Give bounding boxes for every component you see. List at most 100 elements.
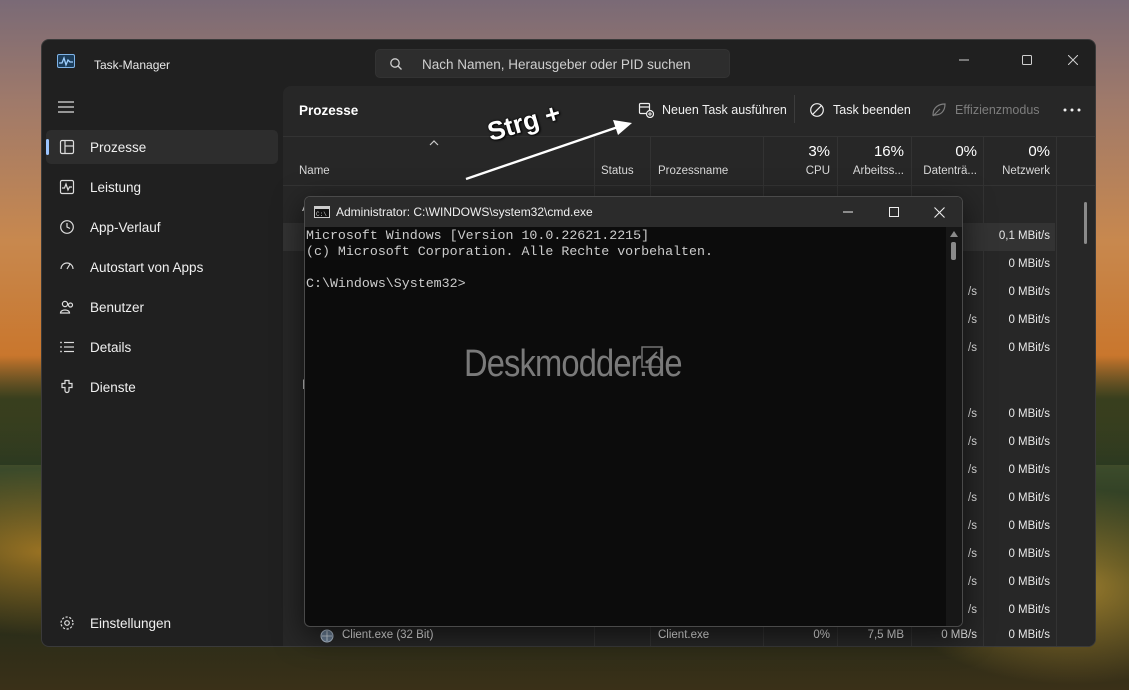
cmd-minimize-button[interactable] bbox=[825, 201, 871, 223]
column-separator bbox=[983, 136, 984, 646]
cmd-title-bar: C:\ Administrator: C:\WINDOWS\system32\c… bbox=[305, 197, 962, 227]
cpu-cell: 0% bbox=[813, 629, 830, 641]
sidebar-item-startup-apps[interactable]: Autostart von Apps bbox=[46, 250, 278, 284]
sidebar-item-services[interactable]: Dienste bbox=[46, 370, 278, 404]
column-header-memory[interactable]: Arbeitss... bbox=[843, 165, 904, 177]
network-value: 0 MBit/s bbox=[1008, 520, 1050, 532]
svg-text:C:\: C:\ bbox=[316, 211, 327, 218]
task-manager-logo-icon bbox=[57, 54, 75, 68]
startup-icon bbox=[60, 262, 74, 270]
sidebar-item-processes[interactable]: Prozesse bbox=[46, 130, 278, 164]
details-icon bbox=[60, 341, 74, 353]
sidebar-item-settings[interactable]: Einstellungen bbox=[46, 606, 278, 640]
page-title: Prozesse bbox=[299, 103, 359, 118]
cmd-window: C:\ Administrator: C:\WINDOWS\system32\c… bbox=[304, 196, 963, 627]
sidebar-item-performance[interactable]: Leistung bbox=[46, 170, 278, 204]
history-icon bbox=[60, 220, 74, 234]
network-value: 0 MBit/s bbox=[1008, 314, 1050, 326]
process-name-cell: Client.exe (32 Bit) bbox=[342, 629, 434, 641]
sidebar-item-details[interactable]: Details bbox=[46, 330, 278, 364]
performance-icon bbox=[59, 179, 75, 195]
watermark-brush-icon bbox=[641, 346, 663, 368]
network-value: 0 MBit/s bbox=[1008, 436, 1050, 448]
sidebar-item-label: Autostart von Apps bbox=[90, 260, 204, 275]
maximize-icon bbox=[889, 207, 899, 217]
column-header-network[interactable]: Netzwerk bbox=[989, 165, 1050, 177]
scrollbar-thumb[interactable] bbox=[1084, 202, 1087, 244]
network-cell: 0 MBit/s bbox=[1008, 629, 1050, 641]
process-exe-cell: Client.exe bbox=[658, 629, 710, 641]
minimize-icon bbox=[843, 211, 853, 213]
network-value: 0 MBit/s bbox=[1008, 464, 1050, 476]
search-placeholder: Nach Namen, Herausgeber oder PID suchen bbox=[422, 57, 691, 72]
network-value: 0 MBit/s bbox=[1008, 576, 1050, 588]
header-divider bbox=[283, 136, 1095, 137]
header-divider bbox=[283, 185, 1095, 186]
column-header-process-name[interactable]: Prozessname bbox=[658, 165, 728, 177]
column-header-disk[interactable]: Datenträ... bbox=[917, 165, 977, 177]
cmd-window-title: Administrator: C:\WINDOWS\system32\cmd.e… bbox=[336, 205, 593, 219]
sidebar-item-label: Leistung bbox=[90, 180, 142, 195]
efficiency-mode-label: Effizienzmodus bbox=[955, 103, 1040, 117]
sort-ascending-icon[interactable] bbox=[429, 140, 439, 146]
hamburger-menu-icon[interactable] bbox=[57, 99, 75, 115]
search-icon bbox=[390, 58, 402, 70]
search-input[interactable]: Nach Namen, Herausgeber oder PID suchen bbox=[375, 49, 730, 78]
network-value: 0 MBit/s bbox=[1008, 492, 1050, 504]
cmd-icon: C:\ bbox=[314, 206, 330, 218]
close-icon bbox=[1067, 54, 1079, 66]
column-separator bbox=[1056, 136, 1057, 646]
efficiency-mode-button[interactable]: Effizienzmodus bbox=[931, 100, 1046, 122]
close-icon bbox=[934, 207, 945, 218]
new-task-icon bbox=[638, 102, 654, 118]
console-prompt: C:\Windows\System32> bbox=[306, 276, 466, 291]
cmd-maximize-button[interactable] bbox=[871, 201, 917, 223]
sidebar-item-label: Details bbox=[90, 340, 132, 355]
column-header-name[interactable]: Name bbox=[299, 165, 330, 177]
processes-icon bbox=[59, 139, 75, 155]
gear-icon bbox=[60, 616, 74, 630]
leaf-icon bbox=[932, 103, 946, 117]
minimize-button[interactable] bbox=[941, 46, 987, 74]
end-task-icon bbox=[810, 103, 824, 117]
disk-cell: 0 MB/s bbox=[941, 629, 977, 641]
window-title: Task-Manager bbox=[94, 58, 171, 72]
sidebar-item-users[interactable]: Benutzer bbox=[46, 290, 278, 324]
sidebar-item-label: Dienste bbox=[90, 380, 136, 395]
network-value: 0 MBit/s bbox=[1008, 342, 1050, 354]
cmd-scrollbar[interactable] bbox=[946, 227, 962, 626]
maximize-icon bbox=[1022, 55, 1032, 65]
network-value: 0 MBit/s bbox=[1008, 286, 1050, 298]
close-button[interactable] bbox=[1050, 46, 1095, 74]
end-task-button[interactable]: Task beenden bbox=[809, 100, 914, 122]
toolbar-separator bbox=[794, 95, 795, 123]
end-task-label: Task beenden bbox=[833, 103, 911, 117]
minimize-icon bbox=[959, 59, 969, 61]
network-value: 0 MBit/s bbox=[1008, 408, 1050, 420]
maximize-button[interactable] bbox=[1004, 46, 1050, 74]
run-new-task-button[interactable]: Neuen Task ausführen bbox=[638, 100, 788, 122]
run-new-task-label: Neuen Task ausführen bbox=[662, 103, 787, 117]
scroll-up-icon[interactable] bbox=[950, 231, 958, 237]
console-line: Microsoft Windows [Version 10.0.22621.22… bbox=[306, 228, 650, 243]
column-header-cpu[interactable]: CPU bbox=[773, 165, 830, 177]
users-icon bbox=[59, 300, 74, 314]
disk-total: 0% bbox=[955, 143, 977, 160]
network-value: 0,1 MBit/s bbox=[998, 230, 1050, 242]
memory-total: 16% bbox=[873, 143, 904, 160]
cmd-scrollbar-thumb[interactable] bbox=[951, 242, 956, 260]
sidebar-item-app-history[interactable]: App-Verlauf bbox=[46, 210, 278, 244]
console-line: (c) Microsoft Corporation. Alle Rechte v… bbox=[306, 244, 713, 259]
network-value: 0 MBit/s bbox=[1008, 548, 1050, 560]
cmd-console-output[interactable]: Microsoft Windows [Version 10.0.22621.22… bbox=[305, 227, 946, 626]
sidebar-item-label: App-Verlauf bbox=[90, 220, 161, 235]
title-bar: Task-Manager Nach Namen, Herausgeber ode… bbox=[42, 40, 1095, 86]
more-options-icon[interactable] bbox=[1061, 100, 1083, 120]
memory-cell: 7,5 MB bbox=[867, 629, 904, 641]
network-value: 0 MBit/s bbox=[1008, 604, 1050, 616]
services-icon bbox=[61, 379, 73, 394]
sidebar-item-label: Benutzer bbox=[90, 300, 145, 315]
cmd-close-button[interactable] bbox=[917, 201, 962, 223]
sidebar-item-label: Einstellungen bbox=[90, 616, 172, 631]
